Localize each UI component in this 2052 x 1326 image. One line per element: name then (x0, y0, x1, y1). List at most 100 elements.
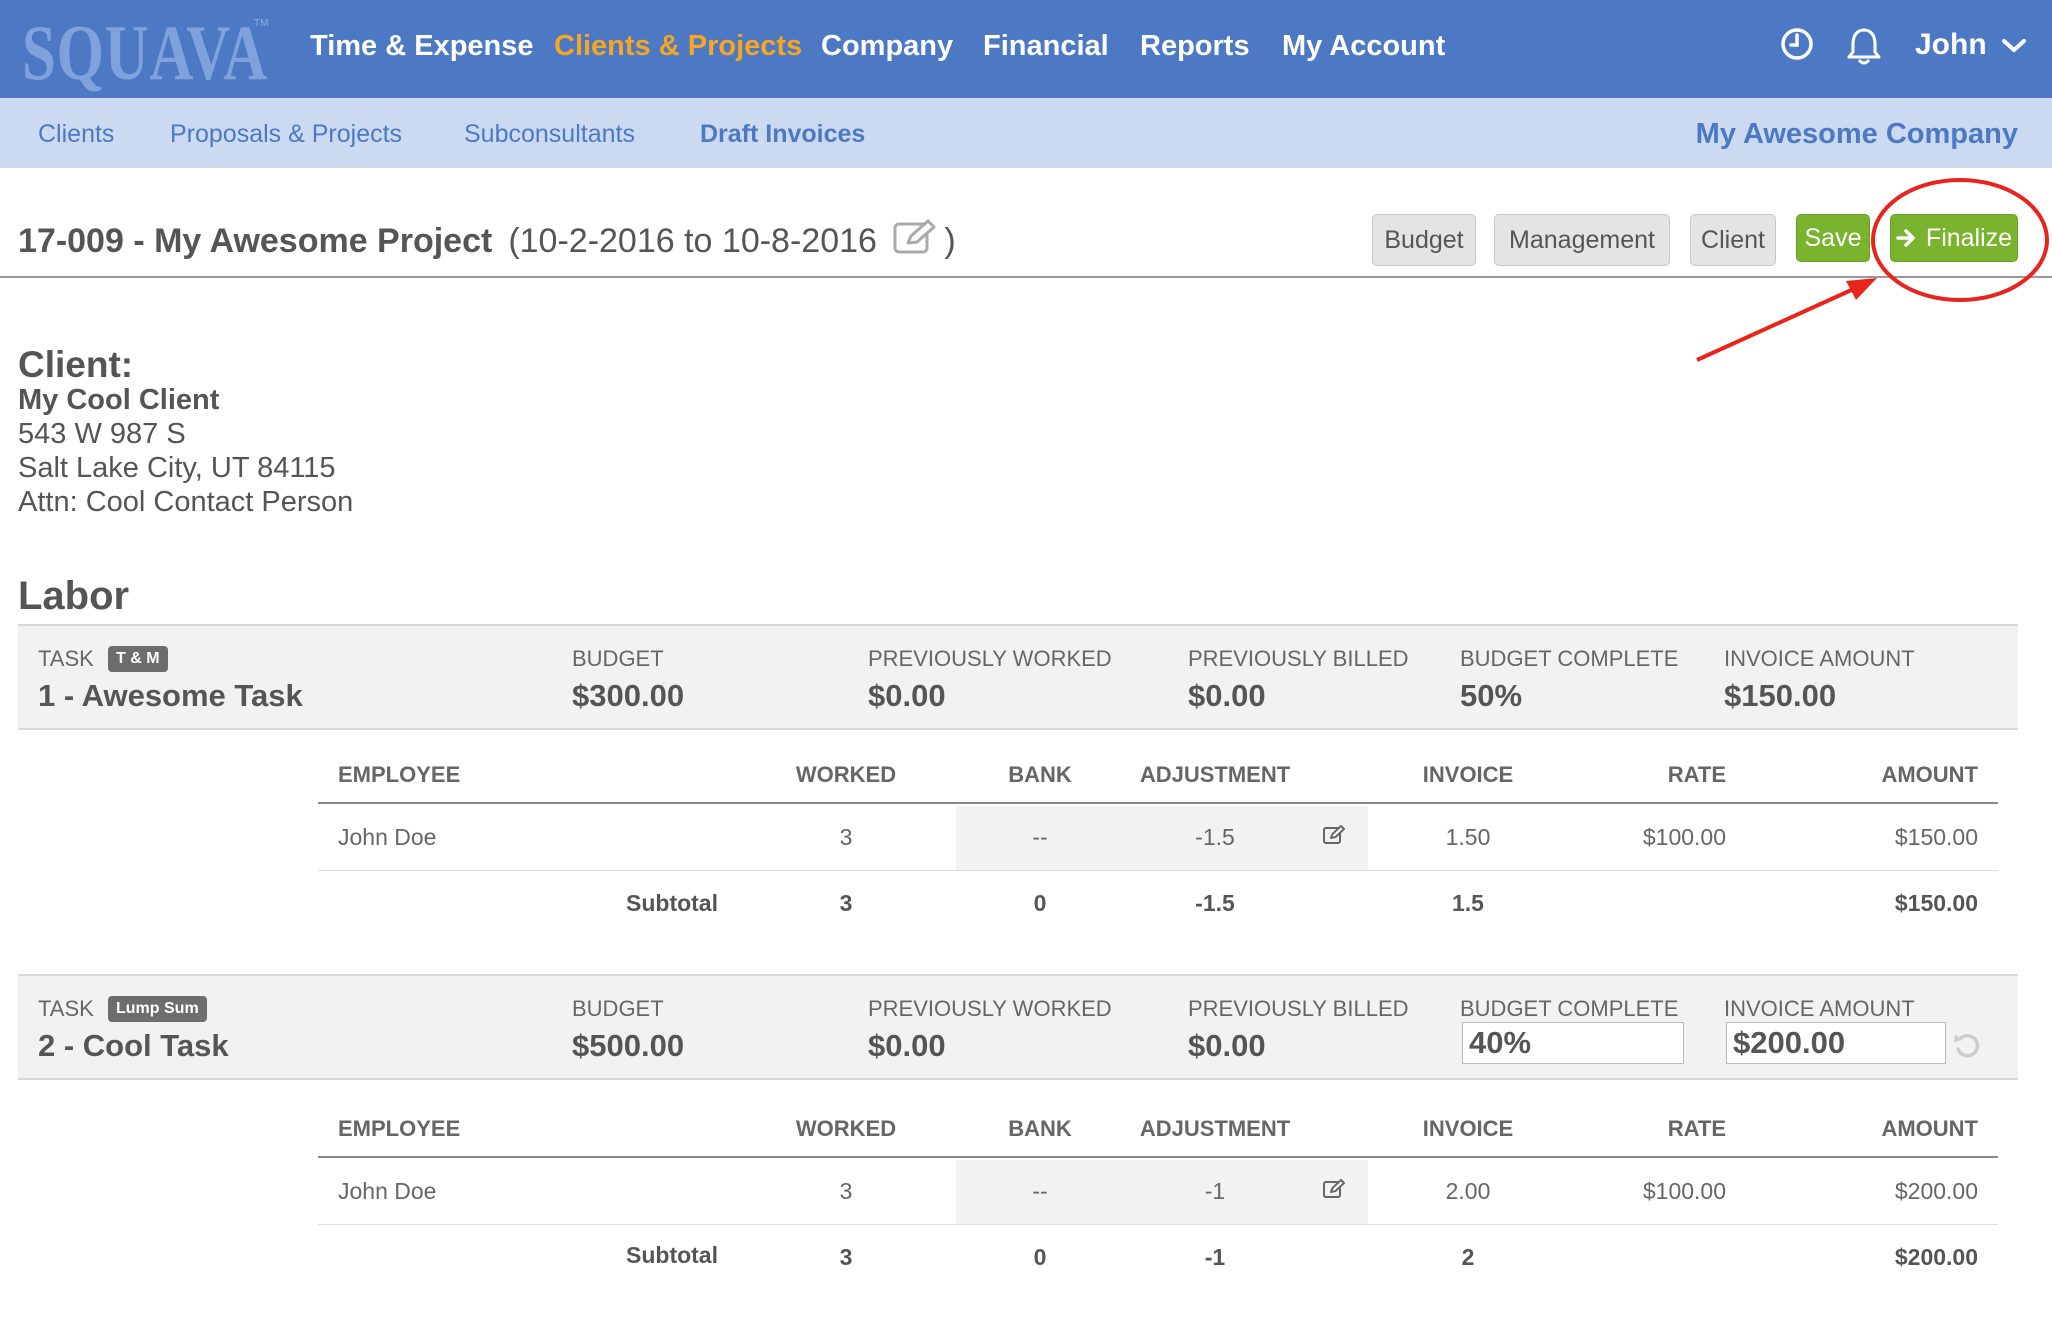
previously-billed-label: PREVIOUSLY BILLED (1188, 996, 1409, 1021)
previously-worked-value: $0.00 (868, 1028, 946, 1063)
budget-complete-label: BUDGET COMPLETE (1460, 646, 1679, 671)
subtotal-amount: $150.00 (1894, 890, 1978, 916)
subnav-draft-invoices[interactable]: Draft Invoices (700, 120, 865, 149)
worked-cell: 3 (839, 1178, 853, 1204)
previously-worked-label: PREVIOUSLY WORKED (868, 996, 1112, 1021)
company-name: My Awesome Company (1695, 118, 2018, 150)
chevron-down-icon (2002, 39, 2027, 53)
subtotal-invoice: 2 (1461, 1244, 1475, 1270)
invoice-amount-input[interactable]: $200.00 (1726, 1022, 1946, 1064)
rate-cell: $100.00 (1642, 1178, 1726, 1204)
finalize-button[interactable]: Finalize (1890, 214, 2018, 262)
previously-billed-label: PREVIOUSLY BILLED (1188, 646, 1409, 671)
bank-cell: -- (1032, 824, 1048, 850)
col-invoice: INVOICE (1422, 1116, 1514, 1141)
amount-cell: $150.00 (1894, 824, 1978, 850)
col-worked: WORKED (795, 762, 897, 787)
budget-label: BUDGET (572, 996, 664, 1021)
management-button[interactable]: Management (1494, 214, 1670, 266)
project-title: 17-009 - My Awesome Project (18, 222, 493, 260)
col-bank: BANK (1008, 762, 1072, 787)
client-button[interactable]: Client (1690, 214, 1776, 266)
edit-adjustment-icon[interactable] (1322, 824, 1346, 846)
client-name: My Cool Client (18, 384, 220, 416)
invoice-amount-label: INVOICE AMOUNT (1724, 996, 1915, 1021)
col-employee: EMPLOYEE (338, 762, 461, 787)
subtotal-bank: 0 (1033, 890, 1047, 916)
labor-heading: Labor (18, 574, 130, 618)
task-header-1 (18, 624, 2018, 730)
client-heading: Client: (18, 344, 134, 385)
invoice-cell: 1.50 (1445, 824, 1491, 850)
subtotal-worked: 3 (839, 1244, 853, 1270)
budget-complete-label: BUDGET COMPLETE (1460, 996, 1679, 1021)
edit-adjustment-icon[interactable] (1322, 1178, 1346, 1200)
subnav-clients[interactable]: Clients (38, 120, 114, 149)
table-row-rule (318, 870, 1998, 871)
budget-complete-value: 50% (1460, 678, 1523, 713)
subtotal-amount: $200.00 (1894, 1244, 1978, 1270)
task-label: TASK (38, 646, 94, 671)
subtotal-worked: 3 (839, 890, 853, 916)
task-type-badge: Lump Sum (108, 996, 207, 1022)
subtotal-label: Subtotal (626, 1242, 718, 1268)
previously-worked-label: PREVIOUSLY WORKED (868, 646, 1112, 671)
subtotal-adjustment: -1.5 (1195, 890, 1235, 916)
subtotal-bank: 0 (1033, 1244, 1047, 1270)
user-name: John (1915, 28, 1987, 61)
task-header-2 (18, 974, 2018, 1080)
budget-label: BUDGET (572, 646, 664, 671)
rate-cell: $100.00 (1642, 824, 1726, 850)
header-divider (0, 276, 2052, 278)
page-title: 17-009 - My Awesome Project (10-2-2016 to… (18, 218, 956, 261)
client-address-2: Salt Lake City, UT 84115 (18, 452, 336, 484)
nav-my-account[interactable]: My Account (1282, 30, 1445, 63)
invoice-cell: 2.00 (1445, 1178, 1491, 1204)
col-amount: AMOUNT (1881, 1116, 1978, 1141)
employee-name: John Doe (338, 1178, 437, 1204)
col-rate: RATE (1667, 1116, 1726, 1141)
amount-cell: $200.00 (1894, 1178, 1978, 1204)
client-attn: Attn: Cool Contact Person (18, 486, 354, 518)
previously-worked-value: $0.00 (868, 678, 946, 713)
subtotal-adjustment: -1 (1204, 1244, 1226, 1270)
clock-icon[interactable] (1779, 26, 1815, 62)
task-type-badge: T & M (108, 646, 168, 672)
nav-time-expense[interactable]: Time & Expense (310, 30, 534, 63)
nav-clients-projects[interactable]: Clients & Projects (554, 30, 802, 63)
previously-billed-value: $0.00 (1188, 1028, 1266, 1063)
col-invoice: INVOICE (1422, 762, 1514, 787)
col-worked: WORKED (795, 1116, 897, 1141)
annotation-arrow-line (1696, 285, 1859, 362)
subnav-subconsultants[interactable]: Subconsultants (464, 120, 635, 149)
edit-dates-icon[interactable] (892, 218, 938, 256)
subnav-proposals-projects[interactable]: Proposals & Projects (170, 120, 402, 149)
table-header-rule (318, 1156, 1998, 1158)
nav-financial[interactable]: Financial (983, 30, 1109, 63)
adjustment-cell[interactable]: -1.5 (1100, 824, 1330, 851)
invoice-amount-label: INVOICE AMOUNT (1724, 646, 1915, 671)
worked-cell: 3 (839, 824, 853, 850)
annotation-arrow-head (1846, 278, 1877, 300)
budget-complete-input[interactable]: 40% (1462, 1022, 1684, 1064)
adjustment-cell[interactable]: -1 (1100, 1178, 1330, 1205)
col-bank: BANK (1008, 1116, 1072, 1141)
col-rate: RATE (1667, 762, 1726, 787)
nav-reports[interactable]: Reports (1140, 30, 1250, 63)
client-address-1: 543 W 987 S (18, 418, 186, 450)
logo[interactable]: SQUAVA (22, 8, 268, 98)
logo-trademark: TM (254, 18, 269, 29)
col-employee: EMPLOYEE (338, 1116, 461, 1141)
undo-icon[interactable] (1952, 1030, 1982, 1060)
save-button[interactable]: Save (1796, 214, 1870, 262)
task-name: 1 - Awesome Task (38, 678, 303, 713)
user-menu[interactable]: John (1915, 28, 2027, 62)
nav-company[interactable]: Company (821, 30, 953, 63)
table-header-rule (318, 802, 1998, 804)
project-dates-close: ) (944, 222, 956, 260)
finalize-label: Finalize (1925, 223, 2013, 252)
bell-icon[interactable] (1845, 26, 1883, 66)
arrow-right-icon (1896, 229, 1915, 247)
invoice-amount-value: $150.00 (1724, 678, 1837, 713)
budget-button[interactable]: Budget (1372, 214, 1476, 266)
